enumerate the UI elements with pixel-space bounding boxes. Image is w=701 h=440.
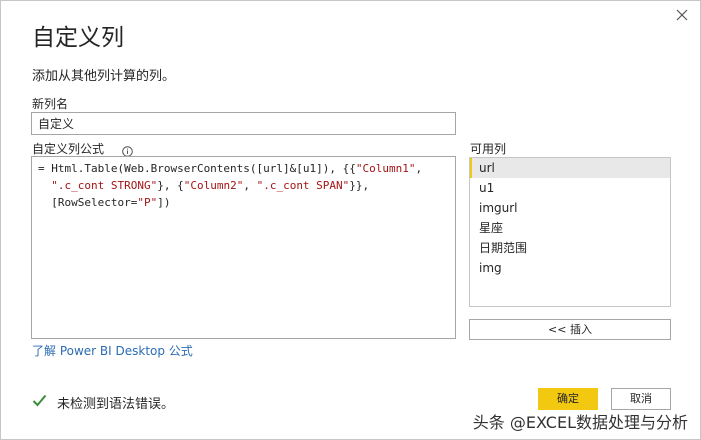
formula-string: "Column1" (355, 162, 416, 175)
new-column-name-input[interactable] (31, 112, 456, 135)
check-icon (32, 394, 47, 411)
formula-string: "P" (137, 196, 158, 209)
column-item-constellation[interactable]: 星座 (470, 218, 670, 238)
learn-formulas-link[interactable]: 了解 Power BI Desktop 公式 (32, 342, 193, 359)
dialog-subtitle: 添加从其他列计算的列。 (32, 69, 176, 84)
column-item-url[interactable]: url (470, 158, 670, 178)
formula-text: , (415, 162, 423, 175)
formula-text: }}, (349, 179, 370, 192)
custom-column-dialog: 自定义列 添加从其他列计算的列。 新列名 自定义列公式 = Html.Table… (0, 0, 701, 440)
column-item-date-range[interactable]: 日期范围 (470, 238, 670, 258)
column-item-img[interactable]: img (470, 258, 670, 278)
formula-string: ".c_cont STRONG" (51, 179, 158, 192)
column-item-u1[interactable]: u1 (470, 178, 670, 198)
formula-text: [RowSelector= (51, 196, 138, 209)
insert-button[interactable]: << 插入 (469, 319, 671, 340)
dialog-title: 自定义列 (32, 25, 124, 51)
available-columns-label: 可用列 (470, 142, 507, 156)
formula-text: = Html.Table(Web.BrowserContents([url]&[… (38, 162, 356, 175)
formula-editor[interactable]: = Html.Table(Web.BrowserContents([url]&[… (31, 156, 456, 339)
formula-text: }, { (157, 179, 184, 192)
column-item-imgurl[interactable]: imgurl (470, 198, 670, 218)
formula-string: ".c_cont SPAN" (256, 179, 350, 192)
close-icon[interactable] (674, 7, 690, 23)
new-column-name-label: 新列名 (32, 97, 69, 111)
cancel-button[interactable]: 取消 (611, 388, 671, 410)
syntax-status: 未检测到语法错误。 (32, 393, 174, 412)
watermark: 头条 @EXCEL数据处理与分析 (472, 413, 688, 432)
formula-text: ]) (157, 196, 171, 209)
available-columns-list[interactable]: url u1 imgurl 星座 日期范围 img (469, 157, 671, 307)
ok-button[interactable]: 确定 (538, 388, 598, 410)
formula-string: "Column2" (183, 179, 244, 192)
syntax-status-text: 未检测到语法错误。 (57, 397, 175, 412)
formula-text: , (243, 179, 257, 192)
formula-label: 自定义列公式 (32, 142, 105, 156)
